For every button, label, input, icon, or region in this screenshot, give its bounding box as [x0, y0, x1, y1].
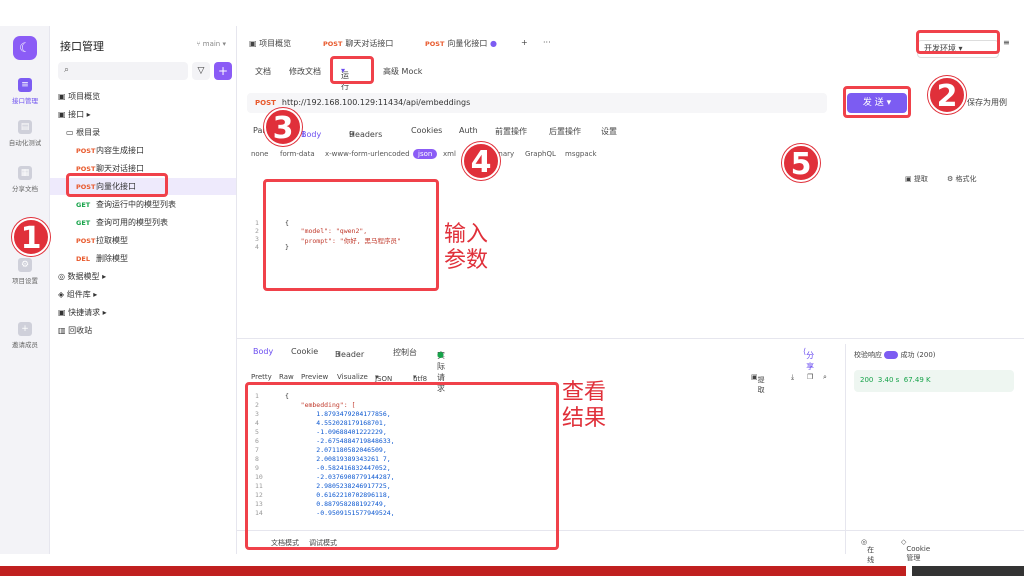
- rail-item-test[interactable]: ▤ 自动化测试: [0, 120, 50, 147]
- step-badge-5: 5: [782, 144, 820, 182]
- response-tabs: Body Cookie Header 3 控制台 实际请求 ● ⟨ 分享: [253, 347, 815, 393]
- tree-item-models[interactable]: ◎ 数据模型 ▸: [50, 268, 236, 285]
- view-visualize[interactable]: Visualize: [337, 373, 368, 381]
- new-tab-button[interactable]: +: [521, 38, 528, 47]
- tree-item-endpoint[interactable]: POST拉取模型: [50, 232, 236, 249]
- filter-icon[interactable]: ▽: [192, 62, 210, 80]
- note-view-result: 查看 结果: [562, 380, 607, 431]
- tree-item-root[interactable]: ▭ 根目录: [50, 124, 236, 141]
- rail-item-invite[interactable]: + 邀请成员: [0, 322, 50, 349]
- tree-item-endpoint[interactable]: GET 查询可用的模型列表: [50, 214, 236, 231]
- bodytype-option[interactable]: GraphQL: [525, 150, 556, 158]
- step-badge-3: 3: [264, 108, 302, 146]
- resp-extract-button[interactable]: ▣ 提取: [751, 373, 765, 394]
- resp-tab-console[interactable]: 控制台: [393, 347, 417, 358]
- step-badge-4: 4: [462, 142, 500, 180]
- tab-settings[interactable]: 设置: [601, 126, 617, 137]
- callout-box-4: [263, 179, 439, 291]
- more-icon[interactable]: ···: [543, 38, 551, 47]
- bodytype-option[interactable]: none: [251, 150, 268, 158]
- url-input[interactable]: POST http://192.168.100.129:11434/api/emb…: [247, 93, 827, 113]
- step-badge-1: 1: [12, 218, 50, 256]
- tree-item-api[interactable]: ▣ 接口 ▸: [50, 106, 236, 123]
- download-icon[interactable]: ⤓: [791, 373, 794, 382]
- resp-tab-cookie[interactable]: Cookie: [291, 347, 318, 356]
- search-icon: ⌕: [64, 65, 70, 75]
- bodytype-option[interactable]: msgpack: [565, 150, 597, 158]
- unsaved-dot-icon: ●: [489, 39, 497, 48]
- status-dot-icon: ●: [437, 350, 444, 359]
- body-type-selector: none form-data x-www-form-urlencoded jso…: [247, 146, 1017, 164]
- tab-bar: ▣ 项目概览 POST 聊天对话接口 POST 向量化接口 ● + ··· 开发环境…: [237, 34, 1024, 58]
- tree-item-endpoint[interactable]: GET 查询运行中的模型列表: [50, 196, 236, 213]
- step-badge-2: 2: [928, 76, 966, 114]
- branch-selector[interactable]: ⑂ main ▾: [196, 40, 226, 48]
- validate-toggle[interactable]: 校验响应 成功 (200): [854, 350, 936, 360]
- response-stats: 200 3.40 s 67.49 K: [854, 370, 1014, 392]
- tree-item-endpoint[interactable]: POST内容生成接口: [50, 142, 236, 159]
- test-icon: ▤: [18, 120, 32, 134]
- note-input-params: 输入 参数: [444, 222, 489, 273]
- tree-item-endpoint[interactable]: DEL 删除模型: [50, 250, 236, 267]
- rail-item-api[interactable]: ≡ 接口管理: [0, 78, 50, 105]
- api-tree-panel: 接口管理 ⑂ main ▾ ⌕ ▽ + ▣ 项目概览 ▣ 接口 ▸ ▭ 根目录 …: [50, 26, 237, 554]
- view-preview[interactable]: Preview: [301, 373, 328, 381]
- tree-search-input[interactable]: ⌕: [58, 62, 188, 80]
- response-meta-panel: 校验响应 成功 (200) 200 3.40 s 67.49 K: [845, 344, 1023, 554]
- app-logo-icon: ☾: [13, 36, 37, 60]
- rail-item-settings[interactable]: ⚙ 项目设置: [0, 258, 50, 285]
- doc-icon: ▦: [18, 166, 32, 180]
- callout-box-5: [843, 86, 911, 118]
- copy-icon[interactable]: ❐: [807, 373, 813, 381]
- tab-post[interactable]: 后置操作: [549, 126, 581, 137]
- bodytype-option[interactable]: xml: [443, 150, 456, 158]
- api-icon: ≡: [18, 78, 32, 92]
- view-pretty[interactable]: Pretty: [251, 373, 272, 381]
- request-tabs: Params Body 1 Headers 9 Cookies Auth 前置操…: [247, 122, 1017, 142]
- format-button[interactable]: ⚙ 格式化: [947, 174, 977, 184]
- search-icon[interactable]: ⌕: [823, 373, 827, 382]
- resp-tab-body[interactable]: Body: [253, 347, 273, 356]
- nav-rail: ☾ ≡ 接口管理 ▤ 自动化测试 ▦ 分享文档 ⚙ 项目设置 + 邀请成员: [0, 26, 50, 554]
- invite-icon: +: [18, 322, 32, 336]
- tab-doc[interactable]: 文档: [255, 66, 271, 77]
- tab-pre[interactable]: 前置操作: [495, 126, 527, 137]
- encoding-select[interactable]: utf8 ▾: [413, 373, 427, 383]
- tab-cookies[interactable]: Cookies: [411, 126, 442, 135]
- tab-chat[interactable]: POST 聊天对话接口: [323, 38, 393, 49]
- format-select[interactable]: JSON ▾: [375, 373, 392, 383]
- rail-item-share[interactable]: ▦ 分享文档: [0, 166, 50, 193]
- tab-edit-doc[interactable]: 修改文档: [289, 66, 321, 77]
- splitter[interactable]: [237, 338, 1024, 339]
- footer-bar-dark: [912, 566, 1024, 576]
- view-raw[interactable]: Raw: [279, 373, 294, 381]
- menu-icon[interactable]: ≡: [1003, 38, 1010, 47]
- toggle-icon: [884, 351, 899, 359]
- cookie-manager[interactable]: ◇ Cookie 管理: [901, 538, 930, 562]
- extract-button[interactable]: ▣ 提取: [905, 174, 928, 184]
- tree-title: 接口管理: [60, 40, 104, 53]
- bodytype-option[interactable]: form-data: [280, 150, 315, 158]
- callout-box-2: [916, 30, 1000, 54]
- share-button[interactable]: ⟨ 分享: [803, 347, 814, 371]
- tab-mock[interactable]: 高级 Mock: [383, 66, 422, 77]
- bodytype-option[interactable]: x-www-form-urlencoded: [325, 150, 410, 158]
- tab-auth[interactable]: Auth: [459, 126, 478, 135]
- tree-item-trash[interactable]: ▥ 回收站: [50, 322, 236, 339]
- online-status[interactable]: ◎ 在线: [861, 538, 874, 564]
- bodytype-option-selected[interactable]: json: [413, 149, 438, 159]
- callout-box-result: [245, 382, 559, 550]
- tree-item-quick[interactable]: ▣ 快捷请求 ▸: [50, 304, 236, 321]
- tree-item-overview[interactable]: ▣ 项目概览: [50, 88, 236, 105]
- tree-item-components[interactable]: ◈ 组件库 ▸: [50, 286, 236, 303]
- add-button[interactable]: +: [214, 62, 232, 80]
- footer-bar: [0, 566, 906, 576]
- tab-embeddings[interactable]: POST 向量化接口 ●: [425, 38, 497, 49]
- settings-icon: ⚙: [18, 258, 32, 272]
- callout-box-1: [66, 173, 168, 197]
- callout-box-3: [330, 56, 374, 84]
- tab-overview[interactable]: ▣ 项目概览: [249, 38, 291, 49]
